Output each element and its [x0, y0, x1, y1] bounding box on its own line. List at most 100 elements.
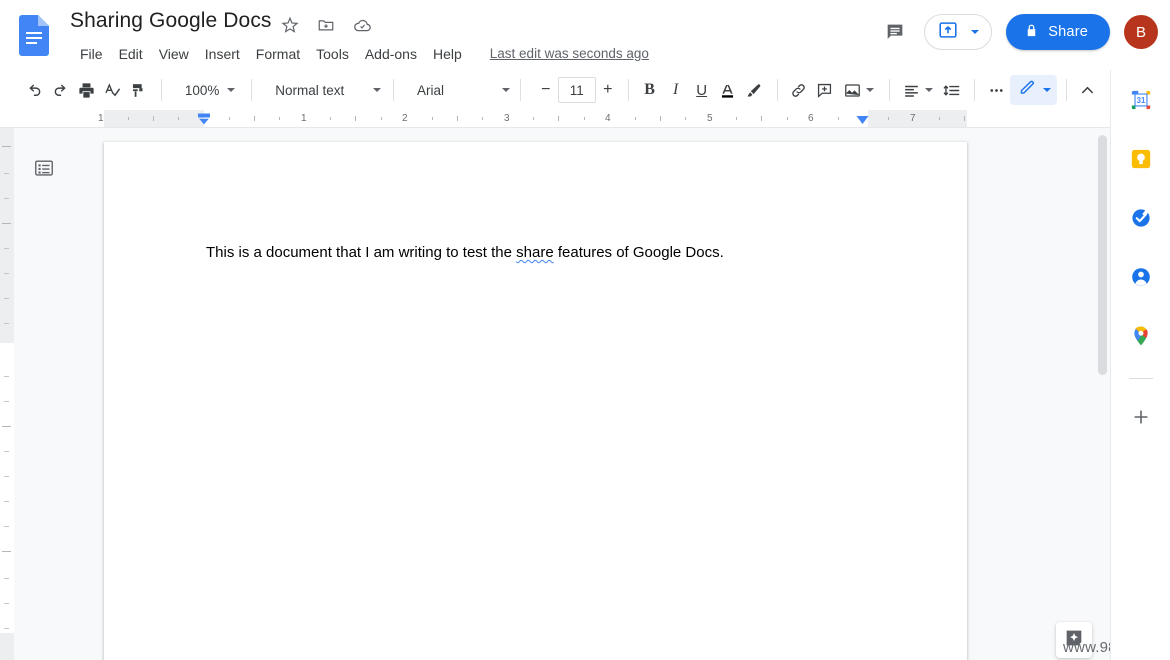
chevron-up-icon[interactable]: [1076, 75, 1100, 105]
meet-present-icon: [937, 19, 959, 46]
italic-label: I: [673, 81, 678, 99]
undo-icon[interactable]: [22, 75, 46, 105]
editing-mode-button[interactable]: [1010, 75, 1057, 105]
title-block: Sharing Google Docs: [68, 6, 274, 36]
scrollbar-thumb[interactable]: [1098, 135, 1107, 375]
vertical-ruler[interactable]: [0, 128, 14, 660]
ruler-track: 1 1 2 3 4 5 6 7: [0, 110, 1110, 128]
chevron-down-icon: [866, 88, 874, 92]
ruler-label: 3: [504, 113, 510, 124]
ruler-right-margin: [868, 110, 967, 128]
print-icon[interactable]: [74, 75, 98, 105]
toolbar-divider: [777, 79, 778, 101]
present-to-meeting-button[interactable]: [924, 14, 992, 50]
share-button[interactable]: Share: [1006, 14, 1110, 50]
ruler-left-margin: [104, 110, 204, 128]
bold-label: B: [644, 81, 655, 99]
vruler-top-margin: [0, 128, 14, 343]
ruler-label: 2: [402, 113, 408, 124]
doc-text-before: This is a document that I am writing to …: [206, 244, 516, 261]
paragraph-style-selector[interactable]: Normal text: [267, 76, 385, 104]
document-page[interactable]: This is a document that I am writing to …: [104, 142, 967, 660]
menu-tools[interactable]: Tools: [308, 42, 357, 66]
zoom-value: 100%: [185, 83, 220, 98]
document-outline-icon[interactable]: [31, 155, 57, 181]
lock-icon: [1024, 23, 1039, 42]
ruler-label: 7: [910, 113, 916, 124]
sidebar-item-contacts[interactable]: [1129, 265, 1153, 289]
font-size-input[interactable]: 11: [558, 77, 596, 103]
sidebar-item-calendar[interactable]: 31: [1129, 88, 1153, 112]
share-button-label: Share: [1048, 24, 1088, 40]
text-color-icon[interactable]: [716, 75, 740, 105]
header-actions: Share B: [880, 14, 1158, 50]
increase-font-size-button[interactable]: +: [596, 77, 620, 103]
toolbar-divider: [1066, 79, 1067, 101]
app-header: Sharing Google Docs: [0, 0, 1170, 70]
align-left-icon[interactable]: [898, 75, 937, 105]
move-to-folder-icon[interactable]: [314, 13, 338, 37]
calendar-day-number: 31: [1136, 96, 1145, 105]
last-edit-status[interactable]: Last edit was seconds ago: [490, 44, 649, 64]
right-indent-marker[interactable]: [856, 113, 868, 124]
star-icon[interactable]: [278, 13, 302, 37]
misspelled-word[interactable]: share: [516, 244, 554, 261]
ruler-label: 5: [707, 113, 713, 124]
underline-button[interactable]: U: [690, 75, 714, 105]
toolbar-divider: [628, 79, 629, 101]
highlight-color-icon[interactable]: [742, 75, 766, 105]
menu-file[interactable]: File: [72, 42, 111, 66]
doc-text-after: features of Google Docs.: [554, 244, 724, 261]
chevron-down-icon: [502, 88, 510, 92]
sidebar-divider: [1129, 378, 1153, 379]
menu-addons[interactable]: Add-ons: [357, 42, 425, 66]
spell-check-icon[interactable]: [100, 75, 124, 105]
page-title[interactable]: Sharing Google Docs: [68, 6, 274, 36]
menu-bar: File Edit View Insert Format Tools Add-o…: [72, 42, 649, 66]
chevron-down-icon: [925, 88, 933, 92]
add-comment-icon[interactable]: [812, 75, 836, 105]
menu-view[interactable]: View: [151, 42, 197, 66]
line-spacing-icon[interactable]: [939, 75, 963, 105]
toolbar-divider: [974, 79, 975, 101]
toolbar-divider: [251, 79, 252, 101]
document-canvas: This is a document that I am writing to …: [0, 128, 1110, 660]
chevron-down-icon: [227, 88, 235, 92]
cloud-saved-icon[interactable]: [350, 13, 374, 37]
plus-icon[interactable]: [1129, 405, 1153, 429]
comment-history-icon[interactable]: [880, 17, 910, 47]
ruler-label: 4: [605, 113, 611, 124]
chevron-down-icon: [1043, 88, 1051, 92]
ruler-label: 1: [98, 113, 104, 124]
sidebar-item-tasks[interactable]: [1129, 206, 1153, 230]
docs-logo-icon[interactable]: [19, 15, 49, 56]
font-family-selector[interactable]: Arial: [409, 76, 514, 104]
left-indent-marker[interactable]: [197, 112, 210, 125]
menu-edit[interactable]: Edit: [111, 42, 151, 66]
font-family-value: Arial: [417, 83, 444, 98]
document-body-text[interactable]: This is a document that I am writing to …: [206, 242, 876, 264]
avatar[interactable]: B: [1124, 15, 1158, 49]
horizontal-ruler[interactable]: 1 1 2 3 4 5 6 7: [0, 110, 1110, 128]
insert-link-icon[interactable]: [786, 75, 810, 105]
chevron-down-icon: [971, 30, 979, 34]
toolbar-divider: [393, 79, 394, 101]
italic-button[interactable]: I: [664, 75, 688, 105]
paint-format-icon[interactable]: [126, 75, 150, 105]
zoom-selector[interactable]: 100%: [177, 76, 240, 104]
sidebar-item-keep[interactable]: [1129, 147, 1153, 171]
menu-format[interactable]: Format: [248, 42, 308, 66]
sidebar-item-maps[interactable]: [1129, 324, 1153, 348]
vertical-scrollbar[interactable]: [1095, 128, 1110, 660]
pen-icon: [1017, 78, 1036, 102]
title-action-icons: [278, 13, 374, 37]
redo-icon[interactable]: [48, 75, 72, 105]
insert-image-icon[interactable]: [839, 75, 878, 105]
decrease-font-size-button[interactable]: −: [534, 77, 558, 103]
menu-help[interactable]: Help: [425, 42, 470, 66]
more-options-icon[interactable]: [984, 75, 1008, 105]
menu-insert[interactable]: Insert: [197, 42, 248, 66]
bold-button[interactable]: B: [638, 75, 662, 105]
vruler-gap: [0, 633, 14, 660]
google-docs-window: Sharing Google Docs: [0, 0, 1170, 660]
